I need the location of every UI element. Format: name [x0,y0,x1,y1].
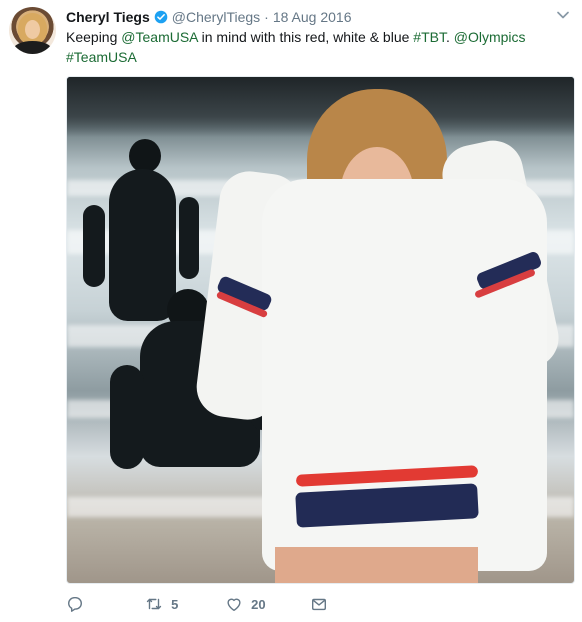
like-count: 20 [251,596,266,612]
retweet-icon [146,598,162,610]
model-waist-shape [275,547,478,583]
tweet-actions: 5 20 [66,592,336,616]
author-name[interactable]: Cheryl Tiegs [66,9,150,25]
diver-arm-shape [179,197,199,279]
diver-arm-shape [83,205,105,287]
tweet-text-link[interactable]: @TeamUSA [121,29,197,45]
diver-arm-shape [110,365,144,469]
diver-body-shape [109,169,176,321]
verified-icon [154,10,168,24]
retweet-button[interactable]: 5 [145,592,225,616]
header-separator: · [264,9,269,25]
tweet-text-link[interactable]: @Olympics [454,29,526,45]
tweet-date[interactable]: 18 Aug 2016 [273,9,352,25]
envelope-icon [312,598,326,611]
tweet-text-link[interactable]: #TeamUSA [66,49,137,65]
diver-head-shape [129,139,161,173]
chevron-down-icon[interactable] [556,10,570,20]
tweet-text-segment: in mind with this red, white & blue [197,29,414,45]
tweet-text-link[interactable]: #TBT [413,29,446,45]
tweet-photo[interactable] [66,76,575,584]
reply-button[interactable] [66,592,145,616]
tweet-card: Cheryl Tiegs @CherylTiegs · 18 Aug 2016 … [0,0,582,622]
direct-message-button[interactable] [310,592,336,616]
heart-icon [227,598,241,611]
profile-avatar[interactable] [9,7,56,54]
tweet-text-segment: Keeping [66,29,122,45]
avatar-shoulders-shape [13,41,52,54]
tweet-text-segment: . [445,29,454,45]
like-button[interactable]: 20 [225,592,310,616]
tweet-header: Cheryl Tiegs @CherylTiegs · 18 Aug 2016 [66,8,351,26]
tweet-text: Keeping @TeamUSA in mind with this red, … [66,27,561,67]
avatar-face-shape [25,20,40,39]
retweet-count: 5 [171,596,179,612]
reply-icon [68,597,82,612]
author-handle[interactable]: @CherylTiegs [172,9,260,25]
